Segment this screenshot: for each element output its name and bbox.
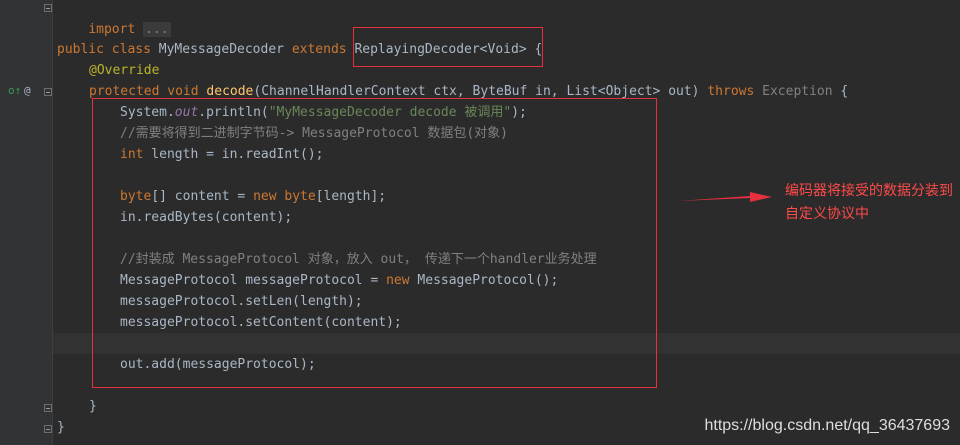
highlight-box-parent-class [353, 27, 543, 67]
arrow-shape [678, 192, 772, 202]
code-line-import: import ... [57, 0, 171, 37]
annotation-at-icon[interactable]: @ [24, 84, 31, 98]
fold-marker-icon[interactable] [44, 404, 52, 412]
code-line-close-method: } [89, 399, 97, 414]
gutter-separator [52, 0, 53, 445]
override-method-icon[interactable]: o↑ [8, 84, 21, 98]
keyword: import [88, 22, 136, 37]
annotation-note: 编码器将接受的数据分装到自定义协议中 [785, 183, 953, 222]
line-gutter [0, 0, 52, 445]
arrow-icon [678, 192, 772, 202]
fold-marker-icon[interactable] [44, 425, 52, 433]
watermark: https://blog.csdn.net/qq_36437693 [704, 417, 950, 434]
folded-imports[interactable]: ... [143, 22, 171, 37]
code-line-override: @Override [89, 63, 160, 78]
highlight-box-method-body [92, 98, 657, 388]
code-line-close-class: } [57, 420, 65, 435]
fold-marker-icon[interactable] [44, 88, 52, 96]
fold-marker-icon[interactable] [44, 4, 52, 12]
